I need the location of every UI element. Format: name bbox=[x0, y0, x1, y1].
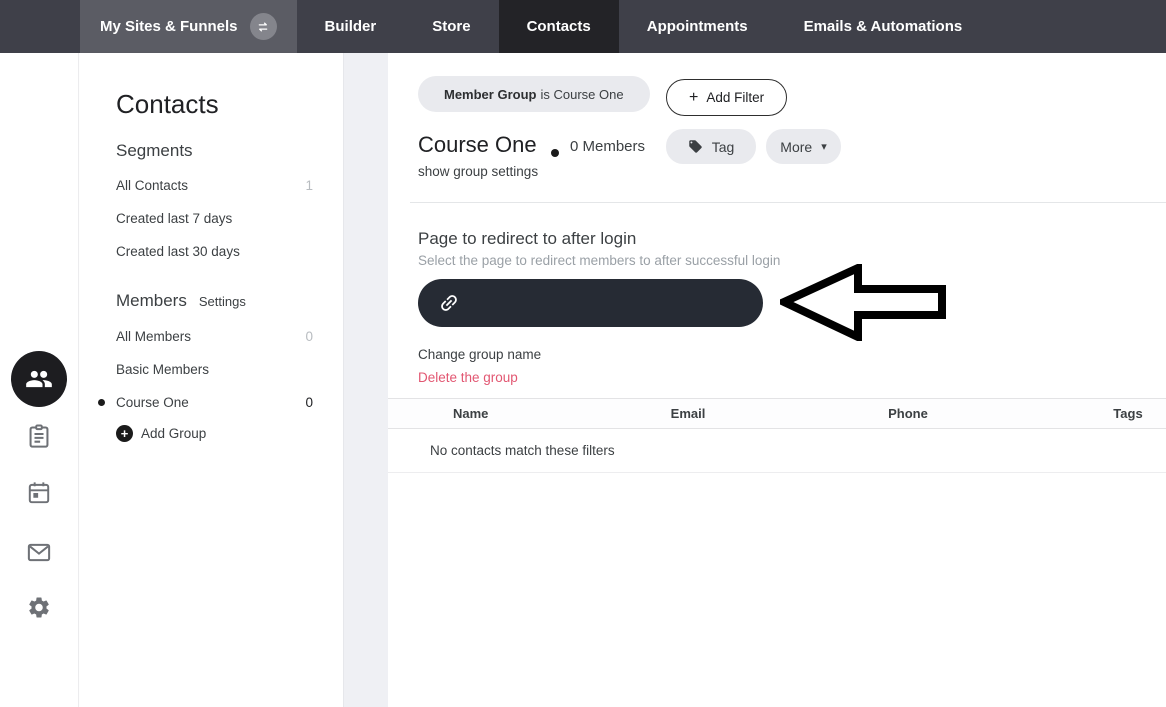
segment-label: All Contacts bbox=[116, 178, 188, 193]
settings-rail-button[interactable] bbox=[27, 595, 52, 620]
icon-rail bbox=[0, 53, 79, 707]
member-group-label: All Members bbox=[116, 329, 191, 344]
members-count: 0 Members bbox=[570, 138, 645, 155]
plus-glyph: + bbox=[121, 427, 129, 440]
sidebar-item-all-contacts[interactable]: All Contacts 1 bbox=[116, 178, 313, 193]
change-group-name-link[interactable]: Change group name bbox=[418, 347, 541, 362]
segment-count: 1 bbox=[305, 178, 313, 193]
title-separator-dot bbox=[551, 149, 559, 157]
add-filter-label: Add Filter bbox=[706, 90, 764, 105]
calendar-rail-button[interactable] bbox=[26, 480, 52, 506]
annotation-arrow-icon bbox=[780, 264, 946, 341]
member-group-count: 0 bbox=[305, 395, 313, 410]
members-heading: Members bbox=[116, 291, 187, 310]
nav-builder-label: Builder bbox=[325, 18, 377, 35]
nav-builder[interactable]: Builder bbox=[297, 0, 405, 53]
tag-icon bbox=[688, 139, 703, 154]
add-filter-button[interactable]: + Add Filter bbox=[666, 79, 787, 116]
calendar-icon bbox=[26, 480, 52, 506]
panel-gutter bbox=[343, 53, 388, 707]
filter-chip-field: Member Group bbox=[444, 87, 536, 102]
show-group-settings-link[interactable]: show group settings bbox=[418, 164, 538, 179]
email-rail-button[interactable] bbox=[26, 539, 53, 566]
selected-group-bullet bbox=[98, 399, 105, 406]
app-window: My Sites & Funnels Builder Store Contact… bbox=[0, 0, 1166, 707]
contacts-side-panel: Contacts Segments All Contacts 1 Created… bbox=[80, 53, 343, 707]
chevron-down-icon: ▾ bbox=[821, 140, 827, 153]
plus-icon: + bbox=[689, 89, 698, 107]
section-divider bbox=[410, 202, 1166, 203]
delete-group-link[interactable]: Delete the group bbox=[418, 370, 518, 385]
nav-store-label: Store bbox=[432, 18, 470, 35]
sidebar-item-created-7-days[interactable]: Created last 7 days bbox=[116, 211, 313, 226]
contacts-section-icon[interactable] bbox=[11, 351, 67, 407]
nav-emails-label: Emails & Automations bbox=[804, 18, 963, 35]
more-button[interactable]: More ▾ bbox=[766, 129, 841, 164]
redirect-section-subtext: Select the page to redirect members to a… bbox=[418, 253, 780, 268]
nav-appointments-label: Appointments bbox=[647, 18, 748, 35]
clipboard-icon bbox=[26, 423, 53, 450]
plus-icon: + bbox=[116, 425, 133, 442]
nav-my-sites-label: My Sites & Funnels bbox=[100, 18, 238, 35]
members-settings-link[interactable]: Settings bbox=[199, 294, 246, 309]
swap-sites-icon[interactable] bbox=[250, 13, 277, 40]
redirect-page-selector[interactable] bbox=[418, 279, 763, 327]
members-heading-row: Members Settings bbox=[116, 291, 246, 311]
add-group-button[interactable]: + Add Group bbox=[116, 425, 206, 442]
mail-icon bbox=[26, 539, 53, 566]
segment-label: Created last 30 days bbox=[116, 244, 240, 259]
column-header-name: Name bbox=[388, 406, 578, 421]
nav-appointments[interactable]: Appointments bbox=[619, 0, 776, 53]
panel-title: Contacts bbox=[116, 89, 219, 120]
nav-emails-automations[interactable]: Emails & Automations bbox=[776, 0, 991, 53]
topnav-left-spacer bbox=[0, 0, 80, 53]
nav-contacts-label: Contacts bbox=[527, 18, 591, 35]
filter-chip-value: is Course One bbox=[540, 87, 623, 102]
main-content: Member Group is Course One + Add Filter … bbox=[388, 53, 1166, 707]
tasks-rail-button[interactable] bbox=[26, 423, 53, 450]
link-icon bbox=[438, 292, 460, 314]
tag-button-label: Tag bbox=[712, 139, 735, 155]
member-group-count: 0 bbox=[305, 329, 313, 344]
sidebar-item-created-30-days[interactable]: Created last 30 days bbox=[116, 244, 313, 259]
sidebar-item-all-members[interactable]: All Members 0 bbox=[116, 329, 313, 344]
nav-contacts[interactable]: Contacts bbox=[499, 0, 619, 53]
segments-heading: Segments bbox=[116, 141, 193, 161]
group-title: Course One bbox=[418, 132, 537, 158]
contacts-table: Name Email Phone Tags No contacts match … bbox=[388, 398, 1166, 473]
member-group-label: Basic Members bbox=[116, 362, 209, 377]
more-button-label: More bbox=[780, 139, 812, 155]
gear-icon bbox=[27, 595, 52, 620]
filter-chip-member-group[interactable]: Member Group is Course One bbox=[418, 76, 650, 112]
table-empty-message: No contacts match these filters bbox=[388, 429, 1166, 473]
nav-my-sites-and-funnels[interactable]: My Sites & Funnels bbox=[80, 0, 297, 53]
member-group-label: Course One bbox=[116, 395, 189, 410]
people-icon bbox=[25, 365, 53, 393]
table-header-row: Name Email Phone Tags bbox=[388, 398, 1166, 429]
segment-label: Created last 7 days bbox=[116, 211, 232, 226]
column-header-email: Email bbox=[578, 406, 798, 421]
column-header-tags: Tags bbox=[1018, 406, 1166, 421]
sidebar-item-basic-members[interactable]: Basic Members bbox=[116, 362, 313, 377]
tag-button[interactable]: Tag bbox=[666, 129, 756, 164]
add-group-label: Add Group bbox=[141, 426, 206, 441]
column-header-phone: Phone bbox=[798, 406, 1018, 421]
redirect-section-heading: Page to redirect to after login bbox=[418, 229, 636, 249]
nav-store[interactable]: Store bbox=[404, 0, 498, 53]
sidebar-item-course-one[interactable]: Course One 0 bbox=[116, 395, 313, 410]
top-navigation-bar: My Sites & Funnels Builder Store Contact… bbox=[0, 0, 1166, 53]
